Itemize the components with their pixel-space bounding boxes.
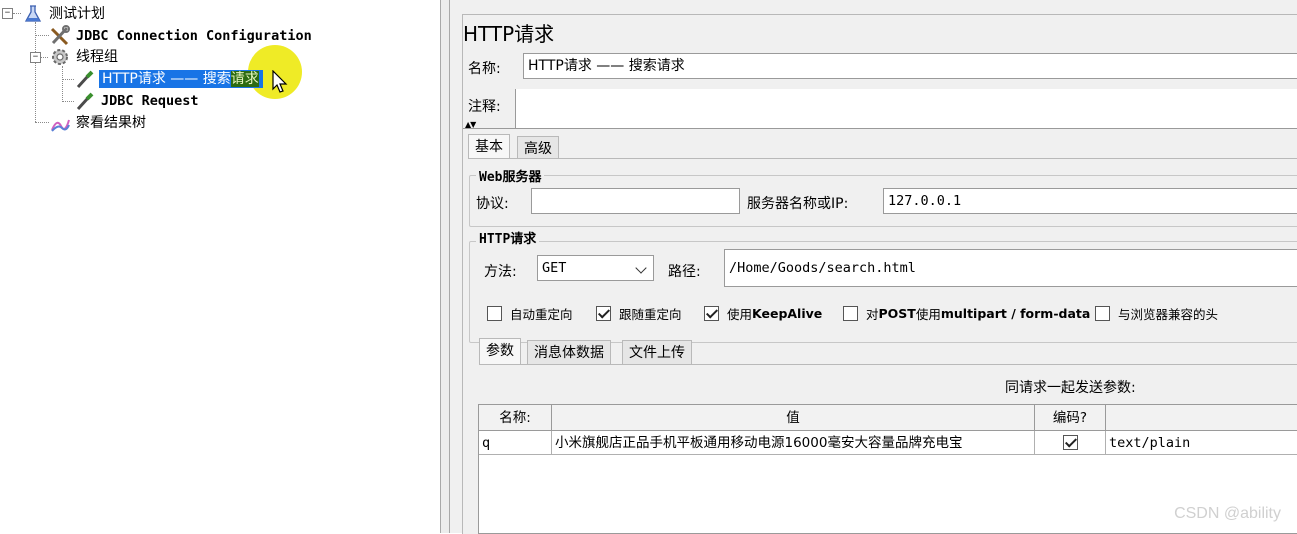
- multipart-label-prefix: 对: [866, 307, 879, 322]
- tab-basic[interactable]: 基本: [468, 134, 510, 158]
- tree-connector: [62, 79, 74, 80]
- method-value: GET: [542, 260, 567, 276]
- tree-connector: [40, 57, 48, 58]
- flask-icon: [22, 3, 44, 25]
- auto-redirect-checkbox[interactable]: [487, 306, 502, 321]
- path-label: 路径:: [668, 264, 701, 280]
- protocol-field[interactable]: [531, 188, 740, 214]
- table-cell-value[interactable]: 小米旗舰店正品手机平板通用移动电源16000毫安大容量品牌充电宝: [552, 431, 1035, 455]
- http-request-group-title: HTTP请求: [476, 228, 540, 247]
- tree-connector: [35, 35, 49, 36]
- table-cell-encode[interactable]: [1035, 431, 1106, 455]
- server-field[interactable]: 127.0.0.1: [883, 188, 1297, 214]
- method-select[interactable]: GET: [537, 255, 654, 281]
- params-caption: 同请求一起发送参数:: [1005, 380, 1136, 396]
- multipart-label-mid: 使用: [915, 307, 941, 322]
- tree-connector: [62, 101, 74, 102]
- multipart-label-post: POST: [878, 306, 916, 321]
- keepalive-label-prefix: 使用: [727, 307, 753, 322]
- tab-strip-line: [468, 158, 1297, 159]
- follow-redirect-option[interactable]: 跟随重定向: [596, 304, 682, 323]
- comment-field[interactable]: [515, 89, 1297, 129]
- gear-icon: [49, 46, 71, 68]
- tools-icon: [49, 25, 71, 47]
- multipart-checkbox[interactable]: [843, 306, 858, 321]
- tree-connector: [35, 122, 49, 123]
- name-label: 名称:: [468, 61, 501, 77]
- pipette-icon: [74, 68, 96, 90]
- column-header-encode[interactable]: 编码?: [1035, 405, 1106, 431]
- http-request-panel: HTTP请求 名称: HTTP请求 —— 搜索请求 注释: ▲▼ 基本 高级 W…: [450, 0, 1297, 534]
- tree-item-label: 线程组: [76, 49, 118, 65]
- auto-redirect-label: 自动重定向: [510, 307, 573, 322]
- collapse-toggle[interactable]: −: [30, 52, 41, 63]
- chevron-down-icon: [635, 262, 647, 274]
- tree-item-jdbc-request[interactable]: JDBC Request: [74, 90, 201, 112]
- follow-redirect-label: 跟随重定向: [619, 307, 682, 322]
- http-request-editor: HTTP请求 名称: HTTP请求 —— 搜索请求 注释: ▲▼ 基本 高级 W…: [462, 14, 1297, 534]
- panel-splitter[interactable]: [440, 0, 450, 533]
- collapse-toggle[interactable]: −: [2, 8, 13, 19]
- auto-redirect-option[interactable]: 自动重定向: [487, 304, 573, 323]
- method-label: 方法:: [484, 264, 517, 280]
- tree-connector: [62, 66, 63, 102]
- tree-item-test-plan[interactable]: 测试计划: [22, 3, 107, 25]
- tree-connector: [13, 13, 21, 14]
- table-cell-name[interactable]: q: [479, 431, 552, 455]
- chart-icon: [49, 112, 71, 134]
- multipart-label-suffix: multipart / form-data: [940, 306, 1091, 321]
- browser-headers-option[interactable]: 与浏览器兼容的头: [1095, 304, 1218, 323]
- table-cell-content-type[interactable]: text/plain: [1106, 431, 1297, 455]
- server-label: 服务器名称或IP:: [747, 196, 849, 212]
- follow-redirect-checkbox[interactable]: [596, 306, 611, 321]
- tab-advanced[interactable]: 高级: [517, 136, 559, 158]
- tree-connector: [35, 22, 36, 122]
- browser-headers-checkbox[interactable]: [1095, 306, 1110, 321]
- selected-label-main: HTTP请求 —— 搜索: [102, 71, 231, 87]
- comment-label: 注释:: [468, 99, 501, 115]
- pipette-icon: [74, 90, 96, 112]
- encode-checkbox[interactable]: [1062, 435, 1078, 450]
- tab-body-data[interactable]: 消息体数据: [527, 340, 611, 364]
- tree-item-label: JDBC Request: [101, 93, 199, 109]
- multipart-option[interactable]: 对 POST 使用 multipart / form-data: [843, 304, 1090, 323]
- selected-label-tail: 请求: [230, 71, 259, 87]
- divider: [463, 128, 1297, 129]
- name-field[interactable]: HTTP请求 —— 搜索请求: [523, 53, 1297, 79]
- tab-parameters[interactable]: 参数: [479, 338, 521, 364]
- tree-item-label: 察看结果树: [76, 115, 146, 131]
- keepalive-option[interactable]: 使用 KeepAlive: [704, 304, 822, 323]
- browser-headers-label: 与浏览器兼容的头: [1118, 307, 1219, 322]
- protocol-label: 协议:: [476, 196, 509, 212]
- tree-item-http-request[interactable]: HTTP请求 —— 搜索请求: [74, 68, 263, 90]
- tab-file-upload[interactable]: 文件上传: [622, 340, 692, 364]
- keepalive-label-bold: KeepAlive: [752, 306, 823, 321]
- tree-item-thread-group[interactable]: 线程组: [49, 46, 120, 68]
- sub-tab-strip-line: [479, 364, 1297, 365]
- test-plan-tree: − 测试计划 JDBC Connection Configuration − 线…: [0, 0, 440, 533]
- column-header-name[interactable]: 名称:: [479, 405, 552, 431]
- tree-item-jdbc-connection-configuration[interactable]: JDBC Connection Configuration: [49, 25, 314, 47]
- tree-item-label: 测试计划: [49, 6, 105, 22]
- column-header-value[interactable]: 值: [552, 405, 1035, 431]
- path-field[interactable]: /Home/Goods/search.html: [724, 249, 1297, 287]
- tree-item-label: JDBC Connection Configuration: [76, 28, 312, 44]
- column-header-content-type[interactable]: [1106, 405, 1297, 431]
- mouse-cursor-icon: [272, 70, 288, 93]
- watermark: CSDN @ability: [1174, 505, 1281, 522]
- tree-item-label-selected: HTTP请求 —— 搜索请求: [99, 70, 263, 88]
- web-server-group-title: Web服务器: [476, 166, 545, 185]
- keepalive-checkbox[interactable]: [704, 306, 719, 321]
- page-title: HTTP请求: [463, 22, 555, 46]
- tree-item-view-results-tree[interactable]: 察看结果树: [49, 112, 148, 134]
